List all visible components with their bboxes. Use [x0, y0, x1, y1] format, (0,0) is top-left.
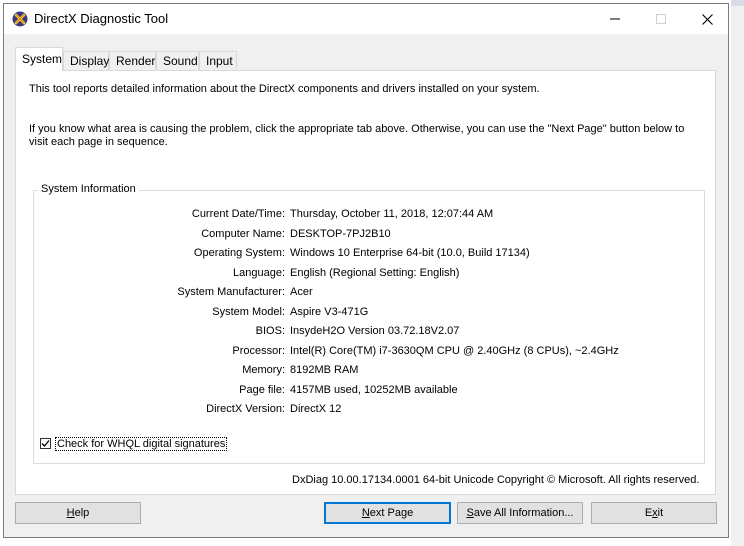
help-button[interactable]: Help [15, 502, 141, 524]
tab-system[interactable]: System [15, 47, 63, 71]
info-row-computer-name: Computer Name: DESKTOP-7PJ2B10 [34, 228, 704, 242]
info-label: Language: [233, 266, 285, 279]
minimize-button[interactable] [592, 4, 638, 34]
info-row-os: Operating System: Windows 10 Enterprise … [34, 247, 704, 261]
minimize-icon [610, 18, 620, 20]
info-label: Memory: [242, 364, 285, 376]
title-bar[interactable]: DirectX Diagnostic Tool [4, 4, 728, 34]
close-icon [701, 13, 713, 25]
next-button-post: ext Page [369, 507, 414, 519]
info-label: Current Date/Time: [191, 208, 285, 220]
window-title: DirectX Diagnostic Tool [34, 11, 169, 26]
save-button-post: ave All Information... [473, 507, 574, 519]
info-value: Windows 10 Enterprise 64-bit (10.0, Buil… [290, 247, 530, 259]
info-row-bios: BIOS: InsydeH2O Version 03.72.18V2.07 [34, 325, 704, 339]
maximize-button [638, 4, 684, 34]
info-row-processor: Processor: Intel(R) Core(TM) i7-3630QM C… [34, 345, 704, 359]
info-value: 4157MB used, 10252MB available [290, 383, 458, 396]
checkmark-icon [41, 440, 50, 447]
info-label: DirectX Version: [206, 403, 285, 415]
group-title: System Information [38, 183, 139, 195]
info-label: Computer Name: [201, 227, 285, 240]
exit-button-post: it [657, 507, 664, 519]
info-label: BIOS: [255, 325, 285, 337]
info-row-page-file: Page file: 4157MB used, 10252MB availabl… [34, 384, 704, 398]
directx-icon [12, 11, 28, 27]
intro-text: This tool reports detailed information a… [29, 83, 540, 95]
whql-checkbox-label[interactable]: Check for WHQL digital signatures [55, 437, 228, 451]
system-tab-panel: This tool reports detailed information a… [15, 70, 716, 495]
save-all-information-button[interactable]: Save All Information... [457, 502, 583, 524]
copyright-text: DxDiag 10.00.17134.0001 64-bit Unicode C… [292, 474, 700, 486]
info-value: Aspire V3-471G [290, 305, 369, 318]
info-row-manufacturer: System Manufacturer: Acer [34, 286, 704, 300]
close-button[interactable] [684, 4, 730, 34]
info-row-memory: Memory: 8192MB RAM [34, 364, 704, 378]
info-row-model: System Model: Aspire V3-471G [34, 306, 704, 320]
system-information-group: System Information Current Date/Time: Th… [33, 183, 705, 464]
help-button-post: elp [74, 507, 90, 519]
info-value: English (Regional Setting: English) [290, 266, 460, 279]
info-label: System Model: [212, 305, 285, 318]
tab-display[interactable]: Display [63, 51, 109, 70]
next-accel-key: N [361, 507, 370, 519]
whql-checkbox[interactable] [40, 438, 51, 449]
help-accel-key: H [66, 507, 75, 519]
info-label: Processor: [232, 344, 285, 357]
info-value: DirectX 12 [290, 403, 342, 415]
info-row-directx-version: DirectX Version: DirectX 12 [34, 403, 704, 417]
info-value: 8192MB RAM [290, 364, 359, 376]
tab-render[interactable]: Render [109, 51, 156, 70]
maximize-icon [656, 14, 666, 25]
save-accel-key: S [466, 507, 474, 519]
info-value: Intel(R) Core(TM) i7-3630QM CPU @ 2.40GH… [290, 344, 619, 357]
dxdiag-window: DirectX Diagnostic Tool System Display R… [3, 3, 729, 538]
exit-button[interactable]: Exit [591, 502, 717, 524]
info-label: Page file: [239, 383, 285, 396]
info-row-language: Language: English (Regional Setting: Eng… [34, 267, 704, 281]
desktop-background [731, 0, 744, 546]
info-value: InsydeH2O Version 03.72.18V2.07 [290, 325, 460, 337]
tab-sound[interactable]: Sound [156, 51, 199, 70]
info-value: Acer [290, 286, 313, 298]
info-label: System Manufacturer: [177, 286, 285, 298]
info-value: DESKTOP-7PJ2B10 [290, 227, 391, 240]
info-value: Thursday, October 11, 2018, 12:07:44 AM [290, 208, 494, 220]
instructions-text: If you know what area is causing the pro… [29, 123, 685, 148]
info-row-date: Current Date/Time: Thursday, October 11,… [34, 208, 704, 222]
tab-input[interactable]: Input [199, 51, 237, 70]
background-stripe [731, 0, 744, 6]
next-page-button[interactable]: Next Page [324, 502, 451, 524]
info-label: Operating System: [193, 247, 285, 259]
